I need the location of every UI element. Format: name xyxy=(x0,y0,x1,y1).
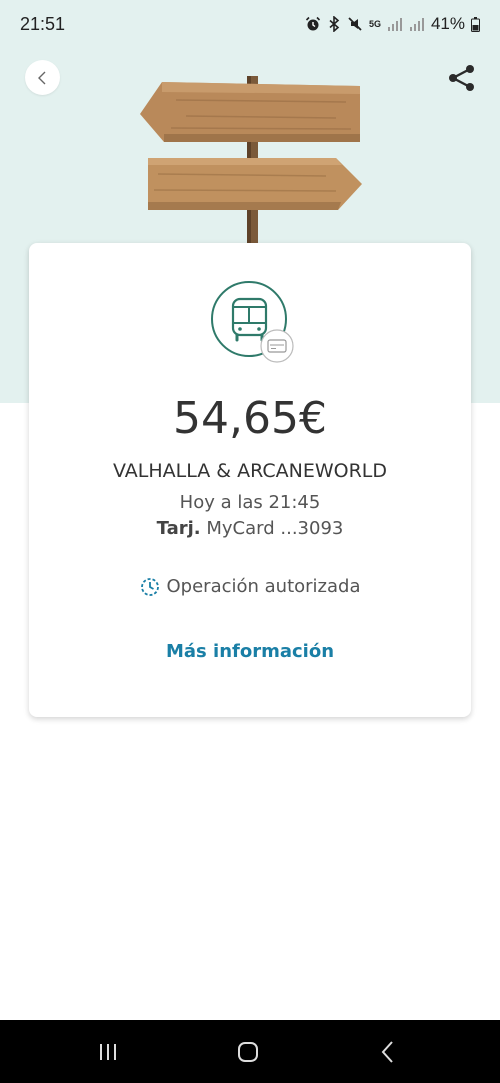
system-back-button[interactable] xyxy=(372,1036,404,1068)
transaction-amount: 54,65€ xyxy=(173,393,327,444)
signpost-illustration xyxy=(140,76,362,244)
recents-button[interactable] xyxy=(92,1036,124,1068)
chevron-left-icon xyxy=(37,71,45,84)
status-text: Operación autorizada xyxy=(166,576,361,597)
battery-icon xyxy=(471,16,480,32)
back-button[interactable] xyxy=(25,60,60,95)
share-icon xyxy=(449,65,474,91)
clock-icon xyxy=(140,577,159,596)
mute-icon xyxy=(348,17,362,31)
bus-icon xyxy=(211,281,294,363)
card-info: Tarj. MyCard ...3093 xyxy=(29,518,471,539)
transaction-datetime: Hoy a las 21:45 xyxy=(179,492,321,513)
navigation-bar xyxy=(0,1020,500,1083)
card-prefix: Tarj. xyxy=(156,518,201,539)
recents-icon xyxy=(100,1044,116,1060)
card-name: MyCard ...3093 xyxy=(206,518,344,539)
home-icon xyxy=(238,1042,258,1062)
battery-level: 41% xyxy=(430,14,465,33)
bluetooth-icon xyxy=(329,16,340,32)
network-type: 5G xyxy=(368,18,381,29)
operation-status: Operación autorizada xyxy=(29,576,471,597)
status-time: 21:51 xyxy=(20,13,66,34)
signal-icon-2 xyxy=(409,18,424,31)
transaction-card: 54,65€ VALHALLA & ARCANEWORLD Hoy a las … xyxy=(29,243,471,717)
signal-icon xyxy=(387,18,402,31)
status-icons: 5G 41% xyxy=(305,14,480,34)
alarm-icon xyxy=(305,16,321,31)
share-button[interactable] xyxy=(446,62,478,94)
back-icon xyxy=(381,1041,393,1063)
more-info-link[interactable]: Más información xyxy=(29,641,471,662)
merchant-name: VALHALLA & ARCANEWORLD xyxy=(112,460,388,482)
status-bar: 21:51 5G 41% xyxy=(0,0,500,48)
home-button[interactable] xyxy=(232,1036,264,1068)
